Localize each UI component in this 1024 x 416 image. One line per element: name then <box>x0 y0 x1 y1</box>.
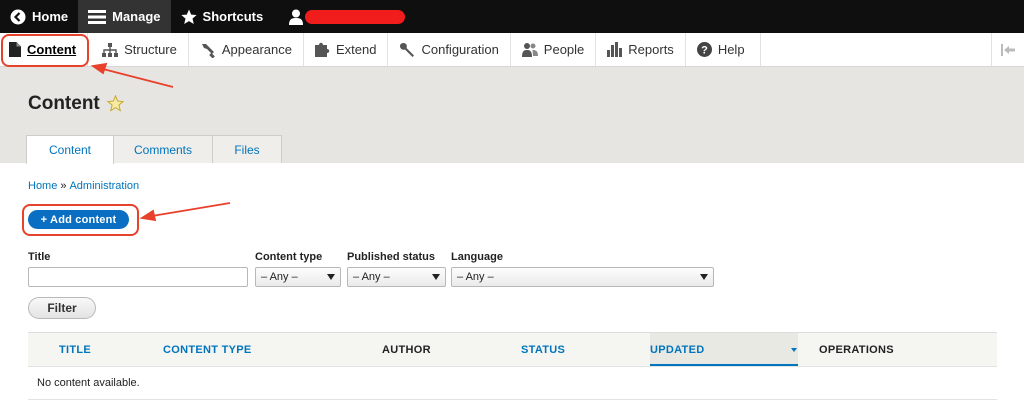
toolbar-manage[interactable]: Manage <box>78 0 171 33</box>
top-toolbar: Home Manage Shortcuts <box>0 0 1024 33</box>
puzzle-icon <box>314 42 330 57</box>
language-select[interactable]: – Any – <box>451 267 714 287</box>
title-filter-input[interactable] <box>28 267 248 287</box>
star-icon <box>180 9 197 24</box>
tray-item-label: Extend <box>335 42 377 57</box>
toolbar-home-label: Home <box>32 9 69 24</box>
toolbar-shortcuts[interactable]: Shortcuts <box>171 0 274 33</box>
toolbar-home[interactable]: Home <box>0 0 78 33</box>
sort-descending-icon[interactable] <box>791 348 797 352</box>
column-author: AUTHOR <box>382 344 431 356</box>
wrench-brush-icon <box>201 43 215 58</box>
annotation-highlight-content <box>1 34 89 67</box>
published-status-select[interactable]: – Any – <box>347 267 446 287</box>
breadcrumb: Home» Administration <box>28 180 139 192</box>
sitemap-icon <box>102 42 119 57</box>
language-label: Language <box>451 251 503 263</box>
empty-message: No content available. <box>37 377 140 389</box>
column-operations: OPERATIONS <box>819 344 894 356</box>
breadcrumb-home[interactable]: Home <box>28 180 57 192</box>
shortcut-star-icon[interactable] <box>107 95 124 112</box>
tab-files[interactable]: Files <box>212 135 282 163</box>
people-icon <box>521 43 538 57</box>
column-updated[interactable]: UPDATED <box>650 344 704 356</box>
wrench-icon <box>400 42 415 57</box>
bar-chart-icon <box>607 42 623 57</box>
breadcrumb-administration[interactable]: Administration <box>69 180 139 192</box>
back-circle-icon <box>10 9 26 24</box>
content-type-select[interactable]: – Any – <box>255 267 341 287</box>
column-status[interactable]: STATUS <box>521 344 565 356</box>
tab-comments[interactable]: Comments <box>113 135 213 163</box>
menu-icon <box>88 9 107 24</box>
primary-tabs: Content Comments Files <box>26 135 282 164</box>
admin-menu-tray: Content Structure Appearance Extend Conf… <box>0 33 1024 67</box>
content-type-label: Content type <box>255 251 323 263</box>
column-title[interactable]: TITLE <box>59 344 91 356</box>
dropdown-arrow-icon <box>700 274 708 280</box>
dropdown-arrow-icon <box>327 274 335 280</box>
title-filter-label: Title <box>28 251 51 263</box>
tab-content[interactable]: Content <box>26 135 114 164</box>
tray-orientation-toggle[interactable] <box>991 33 1024 66</box>
published-status-label: Published status <box>347 251 436 263</box>
table-row-divider <box>28 399 997 400</box>
column-content-type[interactable]: CONTENT TYPE <box>163 344 252 356</box>
breadcrumb-separator: » <box>60 180 67 192</box>
tray-item-configuration[interactable]: Configuration <box>388 33 511 66</box>
published-status-value: – Any – <box>353 271 390 283</box>
tray-item-label: Structure <box>124 42 177 57</box>
collapse-left-icon <box>1001 43 1015 56</box>
tray-item-people[interactable]: People <box>511 33 597 66</box>
tray-item-appearance[interactable]: Appearance <box>189 33 304 66</box>
help-icon: ? <box>696 42 712 57</box>
dropdown-arrow-icon <box>432 274 440 280</box>
page-title: Content <box>28 93 100 114</box>
toolbar-user[interactable] <box>273 0 415 33</box>
tray-item-extend[interactable]: Extend <box>304 33 389 66</box>
toolbar-manage-label: Manage <box>112 9 161 24</box>
content-type-value: – Any – <box>261 271 298 283</box>
table-header: TITLE CONTENT TYPE AUTHOR STATUS UPDATED… <box>28 332 997 367</box>
tray-item-label: Configuration <box>421 42 499 57</box>
tray-item-label: Appearance <box>221 42 292 57</box>
language-value: – Any – <box>457 271 494 283</box>
toolbar-shortcuts-label: Shortcuts <box>202 9 264 24</box>
tray-item-help[interactable]: ? Help <box>686 33 761 66</box>
tray-item-label: People <box>543 42 585 57</box>
tray-item-structure[interactable]: Structure <box>88 33 189 66</box>
redacted-username <box>305 9 406 24</box>
tray-item-label: Reports <box>628 42 674 57</box>
annotation-highlight-add-content <box>22 204 139 236</box>
user-icon <box>289 9 304 25</box>
tray-item-label: Help <box>717 42 745 57</box>
tray-item-reports[interactable]: Reports <box>596 33 686 66</box>
filter-button[interactable]: Filter <box>28 297 96 319</box>
svg-text:?: ? <box>701 45 708 57</box>
